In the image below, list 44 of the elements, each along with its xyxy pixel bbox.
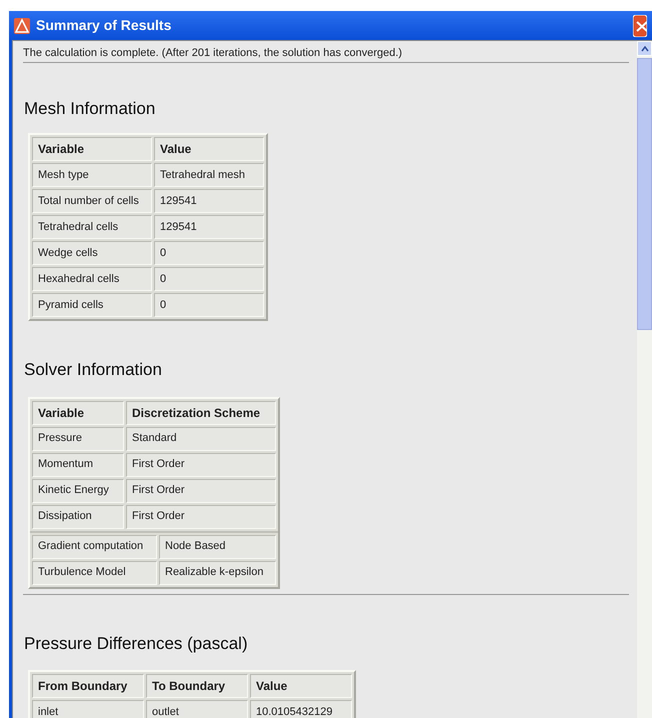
table-cell: Gradient computation xyxy=(32,534,157,558)
table-cell: 129541 xyxy=(154,189,264,213)
table-cell: First Order xyxy=(126,478,276,502)
column-header: Variable xyxy=(32,137,152,161)
column-header: Value xyxy=(250,674,352,698)
table-cell: First Order xyxy=(126,452,276,476)
window-title: Summary of Results xyxy=(36,16,172,35)
section-heading: Pressure Differences (pascal) xyxy=(23,632,249,654)
table-cell: Momentum xyxy=(32,452,124,476)
table-cell: outlet xyxy=(146,700,248,718)
table-cell: Pyramid cells xyxy=(32,293,152,317)
scroll-thumb[interactable] xyxy=(637,58,652,330)
close-icon[interactable] xyxy=(633,14,647,36)
column-header: Variable xyxy=(32,400,124,424)
table-cell: Total number of cells xyxy=(32,189,152,213)
table-cell: First Order xyxy=(126,504,276,528)
table-cell: Standard xyxy=(126,426,276,450)
table-cell: Mesh type xyxy=(32,163,152,187)
table-cell: Wedge cells xyxy=(32,241,152,265)
table-cell: Hexahedral cells xyxy=(32,267,152,291)
table-cell: Kinetic Energy xyxy=(32,478,124,502)
table-cell: 0 xyxy=(154,241,264,265)
table-cell: 10.0105432129 xyxy=(250,700,352,718)
section-heading: Solver Information xyxy=(23,359,163,381)
scroll-up-button[interactable] xyxy=(637,41,652,56)
table-cell: Node Based xyxy=(159,534,276,558)
scrollbar[interactable] xyxy=(637,41,652,718)
table-cell: 0 xyxy=(154,267,264,291)
table-cell: 0 xyxy=(154,293,264,317)
column-header: From Boundary xyxy=(32,674,144,698)
table-cell: 129541 xyxy=(154,215,264,239)
table-cell: Turbulence Model xyxy=(32,560,157,584)
table-cell: Tetrahedral cells xyxy=(32,215,152,239)
table-cell: inlet xyxy=(32,700,144,718)
table-cell: Dissipation xyxy=(32,504,124,528)
status-message: The calculation is complete. (After 201 iterations, the solution has converged.) xyxy=(23,46,404,61)
table-cell: Realizable k-epsilon xyxy=(159,560,276,584)
section-heading: Mesh Information xyxy=(23,98,156,120)
column-header: Value xyxy=(154,137,264,161)
table-cell: Pressure xyxy=(32,426,124,450)
warning-triangle-icon xyxy=(14,18,30,34)
column-header: Discretization Scheme xyxy=(126,400,276,424)
table-cell: Tetrahedral mesh xyxy=(154,163,264,187)
column-header: To Boundary xyxy=(146,674,248,698)
